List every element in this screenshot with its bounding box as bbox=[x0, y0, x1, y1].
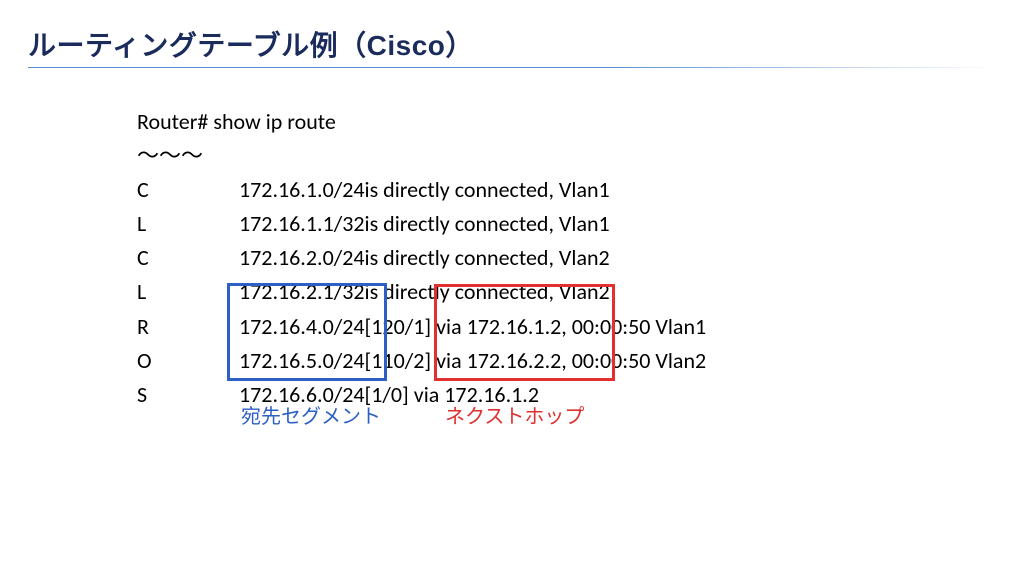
destination-segment-label: 宛先セグメント bbox=[241, 400, 381, 429]
route-code: L bbox=[137, 207, 239, 241]
route-rest: is directly connected, Vlan2 bbox=[365, 275, 610, 309]
route-rest: [120/1] via 172.16.1.2, 00:00:50 Vlan1 bbox=[365, 310, 707, 344]
route-code: C bbox=[137, 241, 239, 275]
route-code: S bbox=[137, 378, 239, 412]
terminal-output: Router# show ip route ～～～ C172.16.1.0/24… bbox=[137, 105, 706, 412]
route-row: R172.16.4.0/24 [120/1] via 172.16.1.2, 0… bbox=[137, 310, 706, 344]
route-dest: 172.16.5.0/24 bbox=[239, 344, 365, 378]
route-rest: is directly connected, Vlan1 bbox=[365, 173, 610, 207]
route-dest: 172.16.4.0/24 bbox=[239, 310, 365, 344]
route-rest: is directly connected, Vlan1 bbox=[365, 207, 610, 241]
route-dest: 172.16.2.1/32 bbox=[239, 275, 365, 309]
route-row: L172.16.2.1/32 is directly connected, Vl… bbox=[137, 275, 706, 309]
route-rest: [110/2] via 172.16.2.2, 00:00:50 Vlan2 bbox=[365, 344, 707, 378]
route-row: C172.16.1.0/24 is directly connected, Vl… bbox=[137, 173, 706, 207]
route-row: C172.16.2.0/24 is directly connected, Vl… bbox=[137, 241, 706, 275]
next-hop-label: ネクストホップ bbox=[445, 400, 584, 429]
route-code: R bbox=[137, 310, 239, 344]
route-code: C bbox=[137, 173, 239, 207]
route-code: L bbox=[137, 275, 239, 309]
route-row: O172.16.5.0/24 [110/2] via 172.16.2.2, 0… bbox=[137, 344, 706, 378]
route-row: L172.16.1.1/32 is directly connected, Vl… bbox=[137, 207, 706, 241]
route-dest: 172.16.1.1/32 bbox=[239, 207, 365, 241]
route-rest: is directly connected, Vlan2 bbox=[365, 241, 610, 275]
prompt-line: Router# show ip route bbox=[137, 105, 706, 139]
route-dest: 172.16.2.0/24 bbox=[239, 241, 365, 275]
title-divider bbox=[28, 67, 996, 68]
route-row: S172.16.6.0/24 [1/0] via 172.16.1.2 bbox=[137, 378, 706, 412]
route-code: O bbox=[137, 344, 239, 378]
route-dest: 172.16.1.0/24 bbox=[239, 173, 365, 207]
omitted-line: ～～～ bbox=[137, 139, 706, 173]
page-title: ルーティングテーブル例（Cisco） bbox=[0, 0, 1024, 64]
